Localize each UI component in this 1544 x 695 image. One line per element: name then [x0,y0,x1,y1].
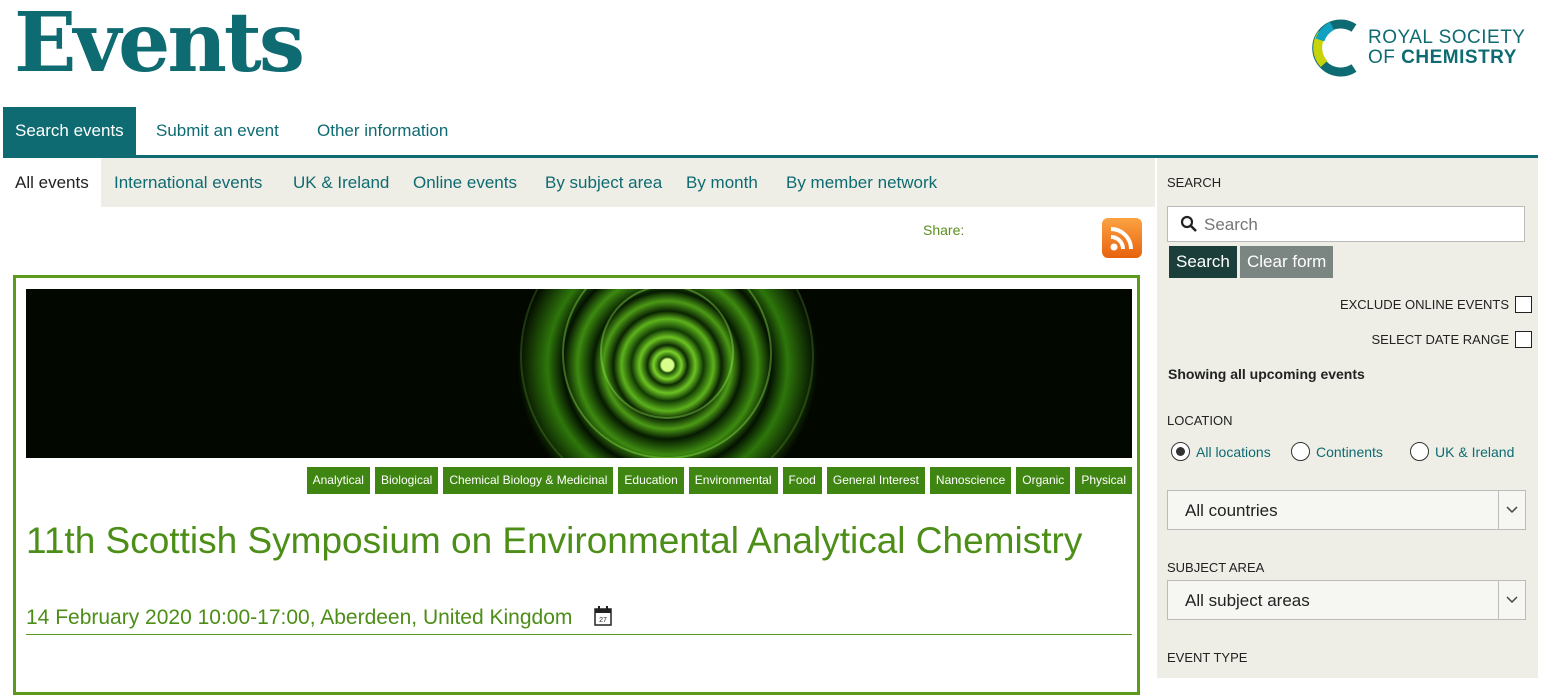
subject-tags: Analytical Biological Chemical Biology &… [306,467,1132,494]
tab-by-subject-area[interactable]: By subject area [545,158,662,207]
rsc-wordmark: ROYAL SOCIETY OF CHEMISTRY [1368,28,1525,68]
chevron-down-icon[interactable] [1498,581,1525,619]
date-range-checkbox[interactable] [1515,331,1532,348]
radio-uk-ireland-label: UK & Ireland [1435,443,1515,460]
event-banner-image [26,289,1132,458]
tab-international-events[interactable]: International events [114,158,262,207]
exclude-online-checkbox[interactable] [1515,296,1532,313]
event-date-location: 14 February 2020 10:00-17:00, Aberdeen, … [26,606,1132,635]
tab-by-member-network[interactable]: By member network [786,158,937,207]
tag-nanoscience[interactable]: Nanoscience [929,467,1012,494]
add-to-calendar-icon[interactable]: 27 [594,606,612,626]
showing-status: Showing all upcoming events [1168,366,1365,382]
tag-biological[interactable]: Biological [374,467,439,494]
rsc-logo-icon [1312,19,1357,77]
tab-by-month[interactable]: By month [686,158,758,207]
tab-online-events[interactable]: Online events [413,158,517,207]
search-heading: SEARCH [1167,175,1222,190]
chevron-down-icon[interactable] [1498,491,1525,529]
country-select[interactable]: All countries [1167,490,1526,530]
date-range-label: SELECT DATE RANGE [1371,332,1510,347]
search-sidebar: SEARCH Search Clear form EXCLUDE ONLINE … [1157,158,1538,678]
radio-uk-ireland[interactable]: UK & Ireland [1410,442,1514,461]
search-icon [1180,215,1197,232]
tag-analytical[interactable]: Analytical [306,467,370,494]
nav-submit-event[interactable]: Submit an event [156,107,279,155]
rsc-line2-bold: CHEMISTRY [1401,47,1517,68]
clear-form-button[interactable]: Clear form [1240,246,1334,278]
share-label: Share: [923,222,965,238]
search-field[interactable] [1167,206,1525,242]
calendar-day: 27 [599,617,607,624]
events-logo[interactable]: Events [14,2,305,84]
subject-area-select[interactable]: All subject areas [1167,580,1526,620]
main-nav: Search events Submit an event Other info… [3,107,1538,158]
radio-continents-label: Continents [1316,443,1383,460]
nav-other-information[interactable]: Other information [317,107,448,155]
exclude-online-row: EXCLUDE ONLINE EVENTS [1340,296,1532,313]
location-heading: LOCATION [1167,413,1233,428]
tag-organic[interactable]: Organic [1016,467,1071,494]
tab-uk-ireland[interactable]: UK & Ireland [293,158,389,207]
radio-all-locations-label: All locations [1196,443,1271,460]
radio-continents-control[interactable] [1291,442,1310,461]
country-select-value: All countries [1185,501,1278,520]
subject-area-heading: SUBJECT AREA [1167,560,1265,575]
event-title[interactable]: 11th Scottish Symposium on Environmental… [26,520,1082,562]
date-range-row: SELECT DATE RANGE [1371,331,1532,348]
tag-education[interactable]: Education [618,467,684,494]
event-date-text: 14 February 2020 10:00-17:00, Aberdeen, … [26,606,573,629]
rss-icon [1110,227,1133,251]
tag-chemical-biology-medicinal[interactable]: Chemical Biology & Medicinal [443,467,614,494]
rsc-logo[interactable]: ROYAL SOCIETY OF CHEMISTRY [1310,16,1535,80]
tag-food[interactable]: Food [782,467,822,494]
rsc-line2-prefix: OF [1368,47,1402,68]
tag-general-interest[interactable]: General Interest [826,467,925,494]
tag-physical[interactable]: Physical [1075,467,1132,494]
radio-continents[interactable]: Continents [1291,442,1383,461]
subject-area-select-value: All subject areas [1185,591,1310,610]
radio-uk-ireland-control[interactable] [1410,442,1429,461]
tag-environmental[interactable]: Environmental [688,467,778,494]
rss-button[interactable] [1102,218,1142,258]
tab-all-events[interactable]: All events [3,158,101,207]
search-input[interactable] [1202,213,1516,237]
search-button[interactable]: Search [1169,246,1237,278]
rsc-line1: ROYAL SOCIETY [1368,27,1526,48]
event-type-heading: EVENT TYPE [1167,650,1248,665]
nav-search-events[interactable]: Search events [3,107,136,155]
exclude-online-label: EXCLUDE ONLINE EVENTS [1339,297,1509,312]
radio-all-locations-control[interactable] [1171,442,1190,461]
radio-all-locations[interactable]: All locations [1171,442,1271,461]
sub-nav: All events International events UK & Ire… [3,158,1155,207]
